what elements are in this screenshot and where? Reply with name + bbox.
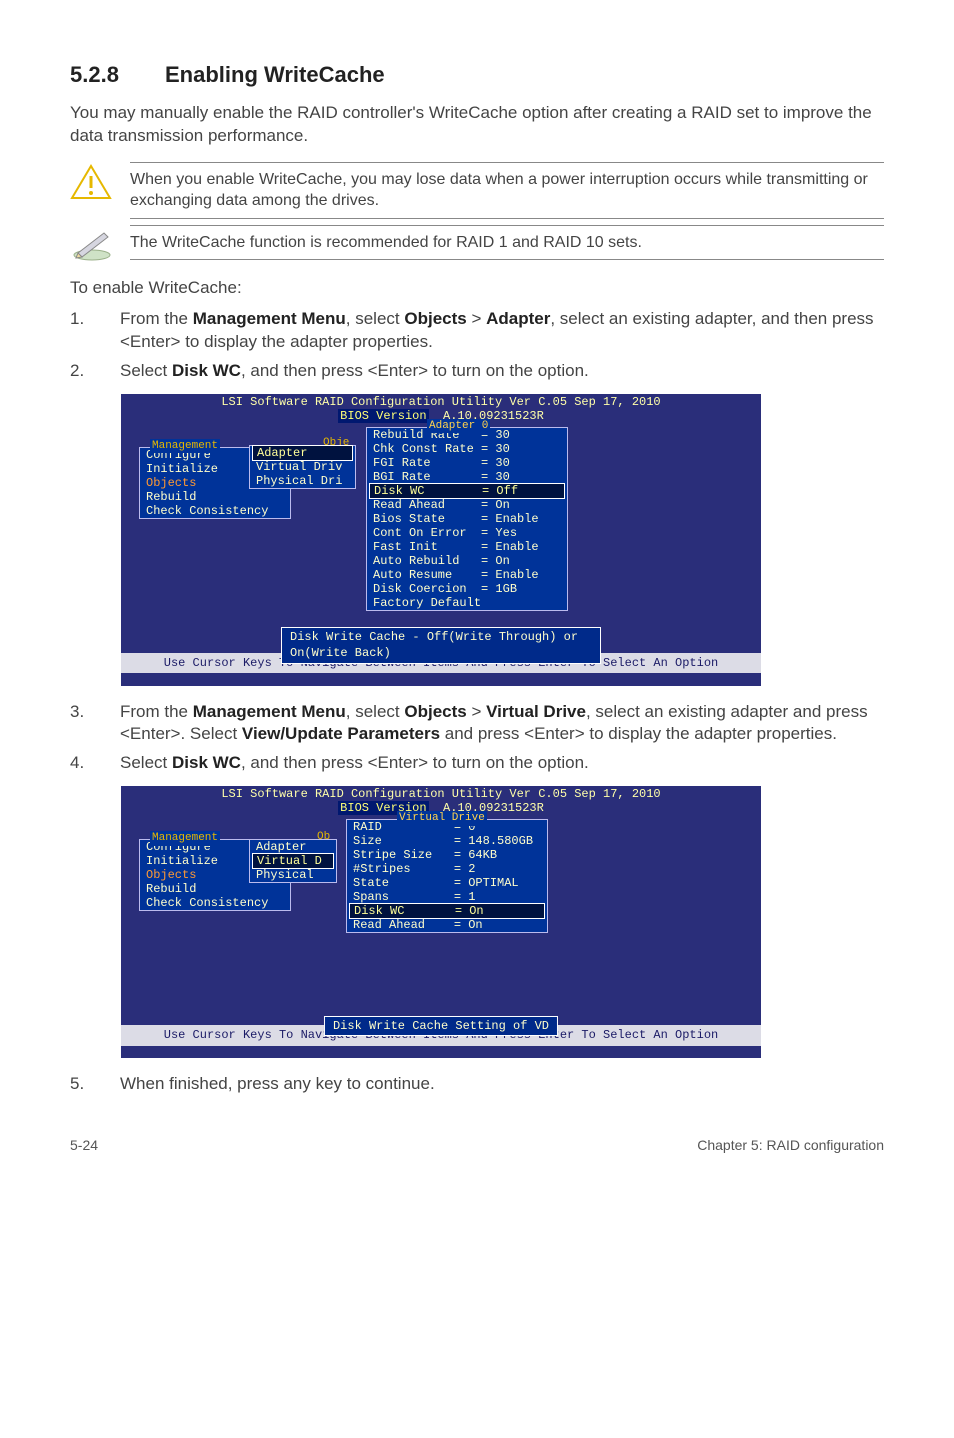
section-number: 5.2.8 bbox=[70, 60, 165, 90]
vd-row[interactable]: Read Ahead = On bbox=[347, 918, 547, 932]
adapter-row[interactable]: Fast Init = Enable bbox=[367, 540, 567, 554]
virtual-drive-panel-label: Virtual Drive bbox=[397, 811, 487, 826]
adapter-row[interactable]: Cont On Error = Yes bbox=[367, 526, 567, 540]
bios-screenshot-adapter: LSI Software RAID Configuration Utility … bbox=[120, 393, 762, 687]
step-number: 2. bbox=[70, 360, 120, 383]
menu-item-rebuild[interactable]: Rebuild bbox=[140, 490, 290, 504]
status-bar: Disk Write Cache - Off(Write Through) or… bbox=[281, 627, 601, 663]
page-footer: 5-24 Chapter 5: RAID configuration bbox=[70, 1136, 884, 1155]
vd-row[interactable]: Size = 148.580GB bbox=[347, 834, 547, 848]
submenu-adapter[interactable]: Adapter bbox=[252, 445, 353, 461]
warning-text: When you enable WriteCache, you may lose… bbox=[130, 162, 884, 219]
step-body: When finished, press any key to continue… bbox=[120, 1073, 884, 1096]
submenu-virtual-drive[interactable]: Virtual D bbox=[252, 853, 334, 869]
adapter-row[interactable]: Read Ahead = On bbox=[367, 498, 567, 512]
steps-list: 1. From the Management Menu, select Obje… bbox=[70, 308, 884, 383]
section-title: Enabling WriteCache bbox=[165, 62, 385, 87]
objects-submenu-panel[interactable]: Adapter Virtual Driv Physical Dri bbox=[249, 445, 356, 489]
bios-screenshot-virtual-drive: LSI Software RAID Configuration Utility … bbox=[120, 785, 762, 1059]
step-4: 4. Select Disk WC, and then press <Enter… bbox=[70, 752, 884, 775]
virtual-drive-panel[interactable]: Virtual Drive RAID = 0 Size = 148.580GB … bbox=[346, 819, 548, 933]
adapter-panel-label: Adapter 0 bbox=[427, 419, 490, 434]
bios-title: LSI Software RAID Configuration Utility … bbox=[121, 786, 761, 801]
menu-item-check-consistency[interactable]: Check Consistency bbox=[140, 504, 290, 518]
submenu-physical-drive[interactable]: Physical Dri bbox=[250, 474, 355, 488]
vd-row[interactable]: Spans = 1 bbox=[347, 890, 547, 904]
vd-row-disk-wc[interactable]: Disk WC = On bbox=[349, 903, 545, 919]
bios-version-label: BIOS Version bbox=[338, 409, 428, 423]
bios-title: LSI Software RAID Configuration Utility … bbox=[121, 394, 761, 409]
adapter-row-disk-wc[interactable]: Disk WC = Off bbox=[369, 483, 565, 499]
step-1: 1. From the Management Menu, select Obje… bbox=[70, 308, 884, 354]
adapter-properties-panel[interactable]: Adapter 0 Rebuild Rate = 30 Chk Const Ra… bbox=[366, 427, 568, 611]
adapter-row[interactable]: Factory Default bbox=[367, 596, 567, 610]
adapter-row[interactable]: Chk Const Rate = 30 bbox=[367, 442, 567, 456]
adapter-row[interactable]: Auto Rebuild = On bbox=[367, 554, 567, 568]
footer-page-number: 5-24 bbox=[70, 1136, 98, 1155]
step-body: Select Disk WC, and then press <Enter> t… bbox=[120, 752, 884, 775]
step-5: 5. When finished, press any key to conti… bbox=[70, 1073, 884, 1096]
info-note: The WriteCache function is recommended f… bbox=[70, 225, 884, 261]
menu-item-rebuild[interactable]: Rebuild bbox=[140, 882, 290, 896]
adapter-row[interactable]: Disk Coercion = 1GB bbox=[367, 582, 567, 596]
adapter-row[interactable]: Auto Resume = Enable bbox=[367, 568, 567, 582]
warning-note: When you enable WriteCache, you may lose… bbox=[70, 162, 884, 219]
section-heading: 5.2.8Enabling WriteCache bbox=[70, 60, 884, 90]
info-text: The WriteCache function is recommended f… bbox=[130, 225, 884, 261]
vd-row[interactable]: Stripe Size = 64KB bbox=[347, 848, 547, 862]
intro-paragraph: You may manually enable the RAID control… bbox=[70, 102, 884, 148]
management-menu-label: Management bbox=[150, 439, 220, 454]
steps-list-final: 5. When finished, press any key to conti… bbox=[70, 1073, 884, 1096]
step-body: From the Management Menu, select Objects… bbox=[120, 308, 884, 354]
step-number: 1. bbox=[70, 308, 120, 354]
menu-item-check-consistency[interactable]: Check Consistency bbox=[140, 896, 290, 910]
status-bar: Disk Write Cache Setting of VD bbox=[324, 1016, 558, 1036]
step-number: 5. bbox=[70, 1073, 120, 1096]
steps-list-continued: 3. From the Management Menu, select Obje… bbox=[70, 701, 884, 776]
submenu-physical[interactable]: Physical bbox=[250, 868, 336, 882]
adapter-row[interactable]: Bios State = Enable bbox=[367, 512, 567, 526]
adapter-row[interactable]: FGI Rate = 30 bbox=[367, 456, 567, 470]
vd-row[interactable]: State = OPTIMAL bbox=[347, 876, 547, 890]
footer-chapter: Chapter 5: RAID configuration bbox=[697, 1136, 884, 1155]
adapter-row[interactable]: BGI Rate = 30 bbox=[367, 470, 567, 484]
step-number: 3. bbox=[70, 701, 120, 747]
to-enable-label: To enable WriteCache: bbox=[70, 277, 884, 300]
step-body: Select Disk WC, and then press <Enter> t… bbox=[120, 360, 884, 383]
step-number: 4. bbox=[70, 752, 120, 775]
vd-row[interactable]: #Stripes = 2 bbox=[347, 862, 547, 876]
warning-icon bbox=[70, 162, 130, 202]
step-body: From the Management Menu, select Objects… bbox=[120, 701, 884, 747]
management-menu-label: Management bbox=[150, 831, 220, 846]
step-2: 2. Select Disk WC, and then press <Enter… bbox=[70, 360, 884, 383]
objects-submenu-panel[interactable]: Adapter Virtual D Physical bbox=[249, 839, 337, 883]
step-3: 3. From the Management Menu, select Obje… bbox=[70, 701, 884, 747]
submenu-adapter[interactable]: Adapter bbox=[250, 840, 336, 854]
pencil-icon bbox=[70, 225, 130, 261]
submenu-virtual-drive[interactable]: Virtual Driv bbox=[250, 460, 355, 474]
